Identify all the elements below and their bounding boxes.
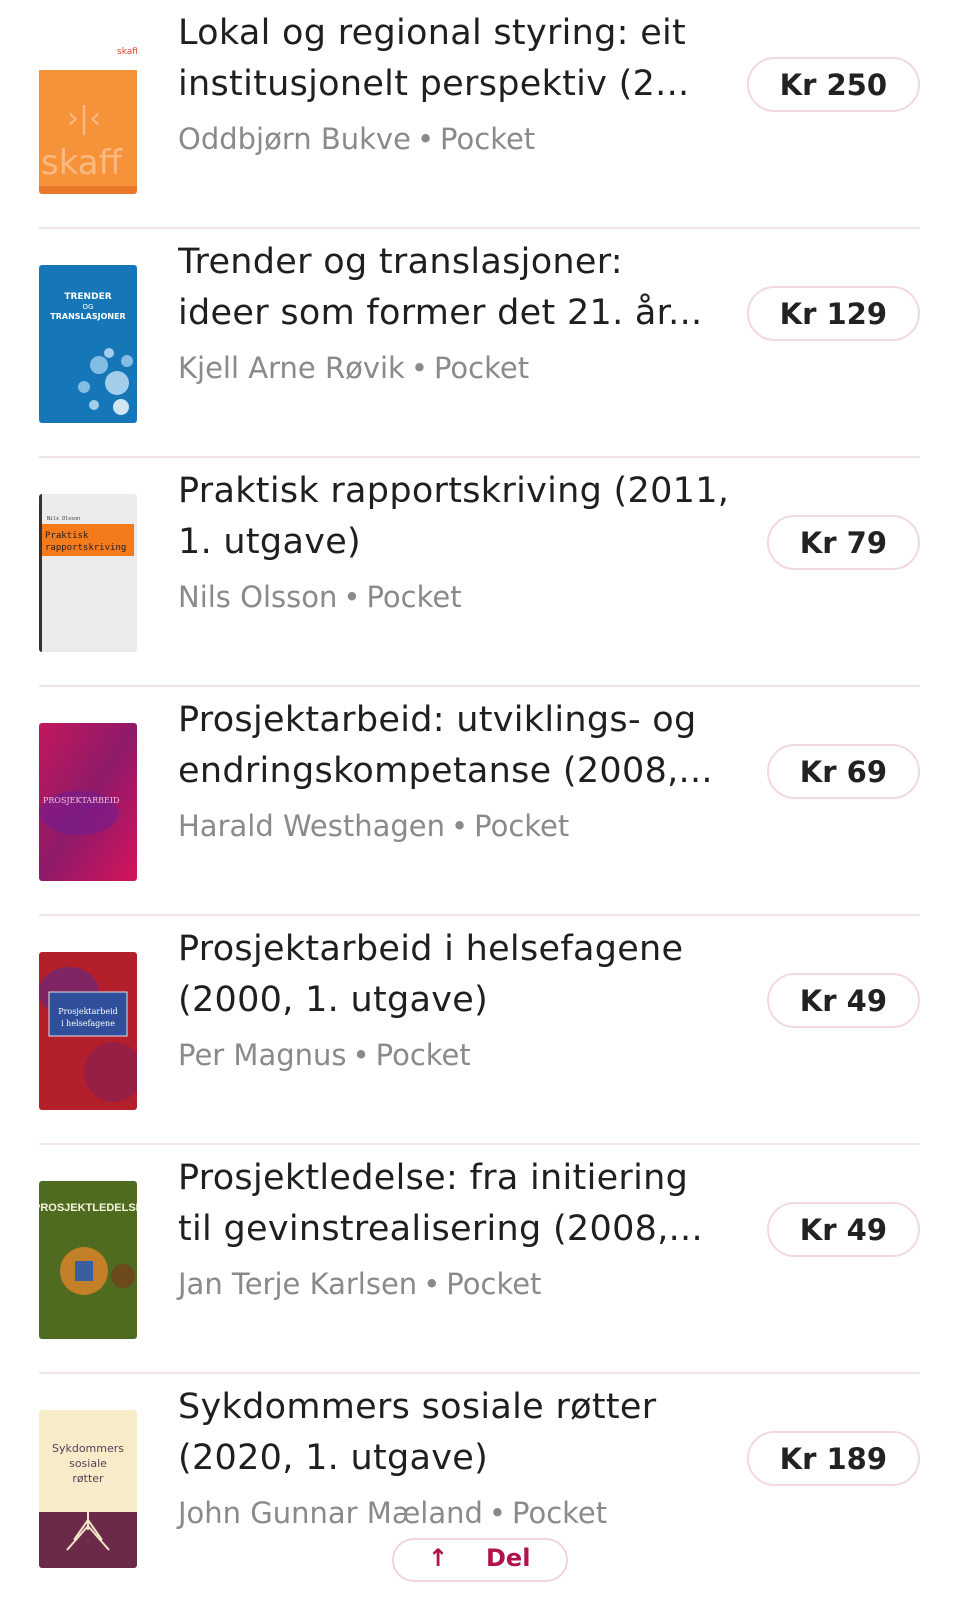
book-meta: Kjell Arne Røvik • Pocket — [178, 348, 529, 388]
book-format: Pocket — [366, 580, 462, 614]
separator-dot: • — [343, 580, 361, 614]
book-format: Pocket — [375, 1038, 471, 1072]
book-title[interactable]: Prosjektledelse: fra initiering til gevi… — [178, 1153, 738, 1255]
svg-text:skaff: skaff — [117, 47, 137, 57]
book-cover-sykdommers[interactable]: Sykdommers sosiale røtter — [39, 1410, 137, 1568]
list-item[interactable]: Nils Olsson Praktisk rapportskriving Pra… — [39, 458, 920, 687]
list-item[interactable]: TRENDER OG TRANSLASJONER Trender og tran… — [39, 229, 920, 458]
price-button[interactable]: Kr 189 — [746, 1431, 920, 1486]
book-format: Pocket — [512, 1496, 608, 1530]
separator-dot: • — [410, 351, 428, 385]
separator-dot: • — [416, 122, 435, 156]
book-format: Pocket — [440, 122, 536, 156]
share-button[interactable]: ↑ Del — [392, 1538, 568, 1582]
price-button[interactable]: Kr 69 — [766, 744, 920, 799]
svg-text:røtter: røtter — [72, 1472, 104, 1485]
svg-text:›|‹: ›|‹ — [67, 101, 101, 136]
list-item[interactable]: skaff skaff ›|‹ Lokal og regional styrin… — [39, 0, 920, 229]
book-author: John Gunnar Mæland — [178, 1496, 483, 1530]
book-author: Harald Westhagen — [178, 809, 446, 843]
book-author: Per Magnus — [178, 1038, 347, 1072]
book-cover-trender[interactable]: TRENDER OG TRANSLASJONER — [39, 265, 137, 423]
svg-text:PROSJEKTLEDELSE: PROSJEKTLEDELSE — [39, 1202, 137, 1214]
svg-text:rapportskriving: rapportskriving — [45, 543, 126, 553]
svg-text:skaff: skaff — [41, 143, 124, 183]
list-item[interactable]: Prosjektarbeid i helsefagene Prosjektarb… — [39, 916, 920, 1145]
price-button[interactable]: Kr 129 — [746, 286, 920, 341]
svg-text:OG: OG — [83, 303, 94, 311]
book-title[interactable]: Trender og translasjoner: ideer som form… — [178, 237, 738, 339]
separator-dot: • — [488, 1496, 507, 1530]
list-item[interactable]: PROSJEKTARBEID Prosjektarbeid: utvikling… — [39, 687, 920, 916]
separator-dot: • — [451, 809, 469, 843]
book-cover-prosjektledelse[interactable]: PROSJEKTLEDELSE — [39, 1181, 137, 1339]
svg-text:PROSJEKTARBEID: PROSJEKTARBEID — [43, 796, 119, 805]
book-format: Pocket — [433, 351, 530, 385]
svg-text:Sykdommers: Sykdommers — [52, 1442, 124, 1455]
svg-text:TRANSLASJONER: TRANSLASJONER — [50, 312, 125, 321]
book-title[interactable]: Prosjektarbeid i helsefagene (2000, 1. u… — [178, 924, 738, 1026]
book-meta: John Gunnar Mæland • Pocket — [178, 1493, 607, 1533]
book-title[interactable]: Lokal og regional styring: eit institusj… — [178, 8, 738, 110]
book-meta: Per Magnus • Pocket — [178, 1035, 471, 1075]
book-author: Kjell Arne Røvik — [178, 351, 405, 385]
svg-text:Praktisk: Praktisk — [45, 531, 89, 541]
book-meta: Nils Olsson • Pocket — [178, 577, 462, 617]
book-meta: Oddbjørn Bukve • Pocket — [178, 119, 535, 159]
svg-text:Prosjektarbeid: Prosjektarbeid — [58, 1007, 118, 1016]
separator-dot: • — [423, 1267, 441, 1301]
upload-arrow-icon: ↑ — [428, 1544, 449, 1572]
book-author: Nils Olsson — [178, 580, 338, 614]
book-cover-skaff[interactable]: skaff skaff ›|‹ — [39, 36, 137, 194]
separator-dot: • — [352, 1038, 370, 1072]
price-button[interactable]: Kr 49 — [766, 973, 920, 1028]
book-meta: Jan Terje Karlsen • Pocket — [178, 1264, 541, 1304]
book-author: Jan Terje Karlsen — [178, 1267, 418, 1301]
book-title[interactable]: Sykdommers sosiale røtter (2020, 1. utga… — [178, 1382, 738, 1484]
svg-text:Nils Olsson: Nils Olsson — [47, 516, 80, 522]
book-title[interactable]: Praktisk rapportskriving (2011, 1. utgav… — [178, 466, 738, 568]
share-label: Del — [486, 1544, 531, 1572]
book-format: Pocket — [446, 1267, 542, 1301]
price-button[interactable]: Kr 79 — [766, 515, 920, 570]
book-title[interactable]: Prosjektarbeid: utviklings- og endringsk… — [178, 695, 738, 797]
list-item[interactable]: PROSJEKTLEDELSE Prosjektledelse: fra ini… — [39, 1145, 920, 1374]
book-cover-helsefagene[interactable]: Prosjektarbeid i helsefagene — [39, 952, 137, 1110]
price-button[interactable]: Kr 49 — [766, 1202, 920, 1257]
book-meta: Harald Westhagen • Pocket — [178, 806, 569, 846]
svg-text:TRENDER: TRENDER — [64, 292, 111, 302]
price-button[interactable]: Kr 250 — [746, 57, 920, 112]
book-format: Pocket — [474, 809, 570, 843]
svg-text:i helsefagene: i helsefagene — [61, 1019, 115, 1028]
book-cover-rapportskriving[interactable]: Nils Olsson Praktisk rapportskriving — [39, 494, 137, 652]
book-author: Oddbjørn Bukve — [178, 122, 411, 156]
svg-text:sosiale: sosiale — [69, 1457, 107, 1470]
book-cover-prosjektarbeid[interactable]: PROSJEKTARBEID — [39, 723, 137, 881]
